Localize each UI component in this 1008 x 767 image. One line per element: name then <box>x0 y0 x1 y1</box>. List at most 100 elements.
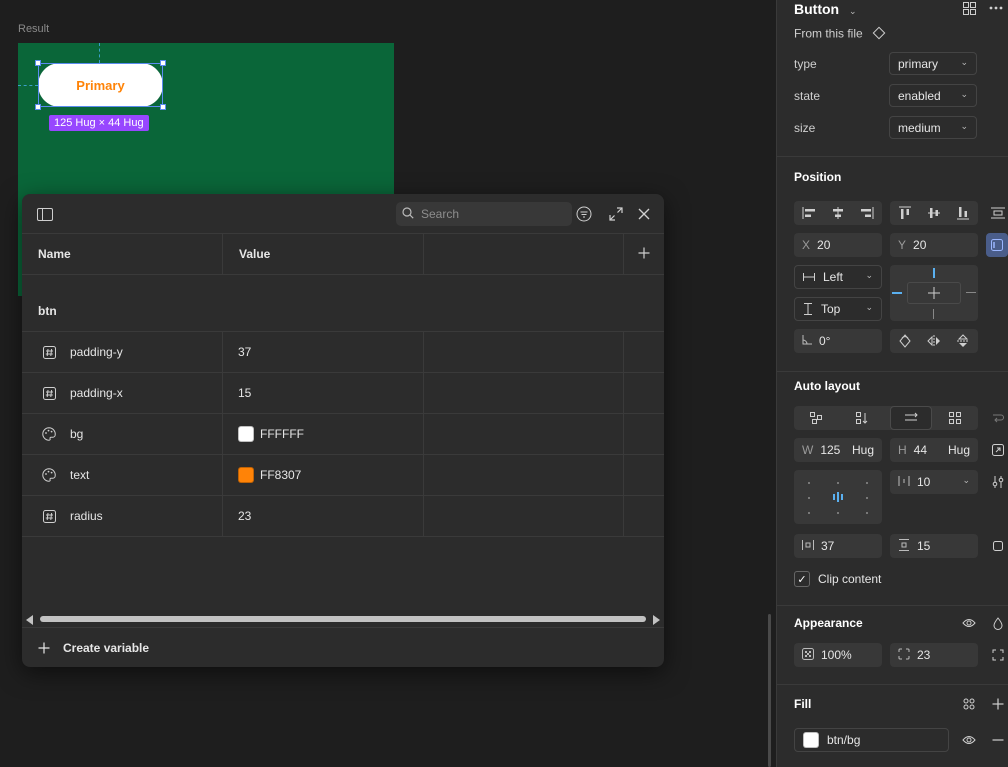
constraints-toggle-icon[interactable] <box>986 233 1008 257</box>
align-right-icon[interactable] <box>852 201 882 225</box>
vertical-padding-field[interactable]: 15 <box>890 534 978 558</box>
scrollbar-thumb[interactable] <box>40 616 646 622</box>
blend-mode-drop-icon[interactable] <box>989 615 1007 631</box>
prop-select-type[interactable]: primary ⌄ <box>889 52 977 75</box>
component-name[interactable]: Button ⌄ <box>794 1 857 17</box>
clip-content-label[interactable]: Clip content <box>818 572 881 586</box>
canvas-vertical-scrollbar[interactable] <box>768 614 771 767</box>
align-center-horizontal-icon[interactable] <box>823 201 853 225</box>
constraint-right[interactable] <box>966 292 976 293</box>
component-source[interactable]: From this file <box>794 26 886 43</box>
layout-horizontal-icon[interactable] <box>890 406 932 430</box>
variable-row[interactable]: padding-x 15 <box>22 373 664 414</box>
corner-radius-field[interactable]: 23 <box>890 643 978 667</box>
variable-name-cell[interactable]: padding-x <box>22 373 223 413</box>
close-icon[interactable] <box>635 205 653 223</box>
expand-icon[interactable] <box>607 205 625 223</box>
align-middle-icon[interactable] <box>919 201 949 225</box>
y-position-field[interactable]: Y 20 <box>890 233 978 257</box>
individual-padding-icon[interactable] <box>989 538 1007 554</box>
scroll-left-arrow-icon[interactable] <box>26 614 34 628</box>
resize-to-fit-icon[interactable] <box>989 442 1007 458</box>
vertical-constraint-icon <box>803 303 813 315</box>
vertical-constraint-select[interactable]: Top ⌄ <box>794 297 882 321</box>
clip-content-checkbox[interactable]: ✓ <box>794 571 810 587</box>
width-mode[interactable]: Hug <box>852 443 874 457</box>
resize-handle-top-left[interactable] <box>35 60 41 66</box>
constraint-center-plus-icon[interactable] <box>907 282 961 304</box>
component-grid-icon[interactable] <box>961 0 977 16</box>
chevron-down-icon[interactable]: ⌄ <box>962 475 970 486</box>
variable-row[interactable]: bg FFFFFF <box>22 414 664 455</box>
variable-value-cell[interactable]: 23 <box>223 496 424 536</box>
resize-handle-top-right[interactable] <box>160 60 166 66</box>
height-mode[interactable]: Hug <box>948 443 970 457</box>
rotation-field[interactable]: 0° <box>794 329 882 353</box>
align-top-icon[interactable] <box>890 201 920 225</box>
column-header-name[interactable]: Name <box>22 234 223 275</box>
primary-button-preview[interactable]: Primary <box>38 63 163 107</box>
variable-value-cell[interactable]: 37 <box>223 332 424 372</box>
variable-value-cell[interactable]: 15 <box>223 373 424 413</box>
variable-value-cell[interactable]: FFFFFF <box>223 414 424 454</box>
search-input[interactable] <box>419 206 559 222</box>
frame-label[interactable]: Result <box>18 23 49 35</box>
variable-row[interactable]: text FF8307 <box>22 455 664 496</box>
remove-fill-minus-icon[interactable] <box>989 732 1007 748</box>
sidebar-toggle-icon[interactable] <box>36 205 54 223</box>
horizontal-padding-field[interactable]: 37 <box>794 534 882 558</box>
more-options-icon[interactable] <box>986 0 1006 16</box>
color-swatch[interactable] <box>238 426 254 442</box>
gap-field[interactable]: 10 ⌄ <box>890 470 978 494</box>
prop-select-size[interactable]: medium ⌄ <box>889 116 977 139</box>
width-field[interactable]: W 125 Hug <box>794 438 882 462</box>
constraint-widget[interactable] <box>890 265 978 321</box>
opacity-field[interactable]: 100% <box>794 643 882 667</box>
eye-icon[interactable] <box>960 732 978 748</box>
horizontal-constraint-select[interactable]: Left ⌄ <box>794 265 882 289</box>
horizontal-scrollbar[interactable] <box>26 614 660 625</box>
fill-swatch[interactable] <box>803 732 819 748</box>
add-mode-button[interactable] <box>624 234 664 275</box>
layout-freeform-icon[interactable] <box>801 406 831 430</box>
color-swatch[interactable] <box>238 467 254 483</box>
align-bottom-icon[interactable] <box>948 201 978 225</box>
chevron-down-icon[interactable]: ⌄ <box>849 6 857 16</box>
layout-settings-icon[interactable] <box>989 474 1007 490</box>
flip-horizontal-icon[interactable] <box>919 329 949 353</box>
create-variable-button[interactable]: Create variable <box>22 627 664 667</box>
variable-row[interactable]: padding-y 37 <box>22 332 664 373</box>
eye-icon[interactable] <box>960 615 978 631</box>
variable-name-cell[interactable]: padding-y <box>22 332 223 372</box>
height-field[interactable]: H 44 Hug <box>890 438 978 462</box>
resize-handle-bottom-left[interactable] <box>35 104 41 110</box>
variable-value-cell[interactable]: FF8307 <box>223 455 424 495</box>
constraint-bottom[interactable] <box>933 309 934 319</box>
distribute-icon[interactable] <box>989 205 1007 221</box>
constraint-top-active[interactable] <box>933 268 935 278</box>
prop-select-state[interactable]: enabled ⌄ <box>889 84 977 107</box>
fill-variable-field[interactable]: btn/bg <box>794 728 949 752</box>
add-fill-plus-icon[interactable] <box>989 696 1007 712</box>
search-box[interactable] <box>396 202 572 226</box>
styles-grid-icon[interactable] <box>960 696 978 712</box>
layout-grid-icon[interactable] <box>940 406 970 430</box>
x-position-field[interactable]: X 20 <box>794 233 882 257</box>
variable-name-cell[interactable]: text <box>22 455 223 495</box>
alignment-grid[interactable] <box>794 470 882 524</box>
variable-name-cell[interactable]: radius <box>22 496 223 536</box>
variable-row[interactable]: radius 23 <box>22 496 664 537</box>
scroll-right-arrow-icon[interactable] <box>652 614 660 628</box>
constraint-left-active[interactable] <box>892 292 902 294</box>
independent-corners-icon[interactable] <box>989 647 1007 663</box>
align-left-icon[interactable] <box>794 201 824 225</box>
variable-name-cell[interactable]: bg <box>22 414 223 454</box>
layout-vertical-icon[interactable] <box>847 406 877 430</box>
group-header[interactable]: btn <box>22 275 664 332</box>
column-header-value[interactable]: Value <box>223 234 424 275</box>
filter-icon[interactable] <box>575 205 593 223</box>
resize-handle-bottom-right[interactable] <box>160 104 166 110</box>
wrap-icon[interactable] <box>989 410 1007 426</box>
flip-vertical-icon[interactable] <box>948 329 978 353</box>
rotate-icon[interactable] <box>890 329 920 353</box>
